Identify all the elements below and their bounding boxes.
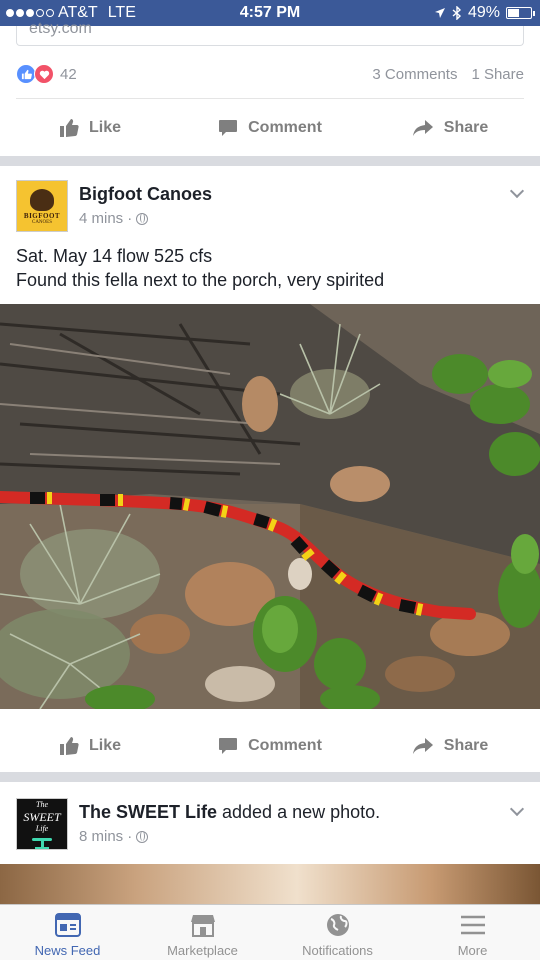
snake-photo bbox=[0, 304, 540, 709]
reaction-count: 42 bbox=[60, 65, 77, 83]
post-timestamp[interactable]: 8 mins · bbox=[79, 828, 149, 845]
avatar-logo-text: Life bbox=[35, 824, 49, 833]
post-options-chevron-icon[interactable] bbox=[509, 801, 525, 817]
bluetooth-icon bbox=[452, 6, 461, 20]
tab-label: More bbox=[457, 943, 488, 958]
post-text-line: Sat. May 14 flow 525 cfs bbox=[16, 246, 213, 266]
like-label: Like bbox=[88, 119, 121, 136]
tab-label: Marketplace bbox=[167, 943, 238, 958]
thumbs-up-icon bbox=[59, 119, 79, 137]
avatar-logo-text: SWEET bbox=[23, 810, 61, 824]
post-options-chevron-icon[interactable] bbox=[509, 183, 525, 199]
tab-notifications[interactable]: Notifications bbox=[270, 905, 405, 960]
news-feed-icon bbox=[54, 913, 81, 937]
comment-button[interactable]: Comment bbox=[180, 726, 360, 766]
link-domain: etsy.com bbox=[29, 20, 92, 37]
marketplace-icon bbox=[190, 915, 215, 937]
tab-label: News Feed bbox=[34, 943, 101, 958]
public-globe-icon bbox=[136, 830, 149, 843]
battery-icon bbox=[506, 7, 535, 19]
timestamp-text: 8 mins bbox=[79, 828, 124, 845]
tab-more[interactable]: More bbox=[405, 905, 540, 960]
comment-icon bbox=[219, 738, 238, 754]
comments-count-link[interactable]: 3 Comments bbox=[372, 66, 457, 83]
post-photo-preview[interactable] bbox=[0, 864, 540, 904]
post-text-line: Found this fella next to the porch, very… bbox=[16, 270, 385, 290]
bottom-tab-bar: News Feed Marketplace Notifications More bbox=[0, 904, 540, 960]
like-button[interactable]: Like bbox=[0, 108, 180, 148]
like-button[interactable]: Like bbox=[0, 726, 180, 766]
location-arrow-icon bbox=[434, 8, 445, 18]
post-headline: The SWEET Life added a new photo. bbox=[79, 802, 380, 823]
bigfoot-logo-icon bbox=[30, 189, 54, 211]
reaction-summary[interactable]: 42 bbox=[16, 64, 77, 84]
tab-news-feed[interactable]: News Feed bbox=[0, 905, 135, 960]
post-photo[interactable] bbox=[0, 304, 540, 709]
link-preview[interactable]: etsy.com bbox=[16, 20, 524, 46]
share-arrow-icon bbox=[412, 120, 433, 136]
public-globe-icon bbox=[136, 212, 149, 225]
like-reaction-icon bbox=[16, 64, 36, 84]
avatar-logo-text: BIGFOOT bbox=[23, 212, 61, 220]
author-avatar[interactable]: BIGFOOT CANOES bbox=[16, 180, 68, 232]
comment-button[interactable]: Comment bbox=[180, 108, 360, 148]
share-button[interactable]: Share bbox=[360, 108, 540, 148]
tab-marketplace[interactable]: Marketplace bbox=[135, 905, 270, 960]
love-reaction-icon bbox=[34, 64, 54, 84]
comment-label: Comment bbox=[248, 119, 322, 136]
divider bbox=[16, 98, 524, 99]
like-label: Like bbox=[88, 737, 121, 754]
share-arrow-icon bbox=[412, 738, 433, 754]
avatar-logo-subtext: CANOES bbox=[31, 220, 52, 225]
timestamp-text: 4 mins bbox=[79, 210, 124, 227]
tab-label: Notifications bbox=[302, 943, 373, 958]
post-text: Sat. May 14 flow 525 cfs Found this fell… bbox=[16, 244, 384, 292]
comment-icon bbox=[219, 120, 238, 136]
comment-label: Comment bbox=[248, 737, 322, 754]
globe-icon bbox=[326, 914, 349, 936]
share-button[interactable]: Share bbox=[360, 726, 540, 766]
author-name[interactable]: The SWEET Life bbox=[79, 802, 217, 822]
menu-icon bbox=[460, 915, 485, 935]
share-label: Share bbox=[443, 119, 489, 136]
shares-count-link[interactable]: 1 Share bbox=[471, 66, 524, 83]
battery-percent: 49% bbox=[467, 4, 500, 21]
post-actions: Like Comment Share bbox=[0, 108, 540, 148]
author-name[interactable]: Bigfoot Canoes bbox=[79, 184, 212, 205]
post-actions: Like Comment Share bbox=[0, 726, 540, 766]
thumbs-up-icon bbox=[59, 737, 79, 755]
post-card-bigfoot: BIGFOOT CANOES Bigfoot Canoes 4 mins · S… bbox=[0, 166, 540, 772]
post-action-text: added a new photo. bbox=[217, 802, 381, 822]
previous-post-card: etsy.com 42 3 Comments 1 Share Like Comm… bbox=[0, 20, 540, 156]
share-label: Share bbox=[443, 737, 489, 754]
author-avatar[interactable]: The SWEET Life bbox=[16, 798, 68, 850]
post-timestamp[interactable]: 4 mins · bbox=[79, 210, 149, 227]
